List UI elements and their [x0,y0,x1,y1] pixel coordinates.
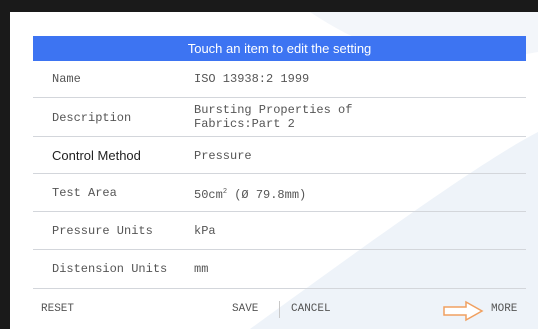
setting-value: kPa [194,224,216,238]
more-button[interactable]: MORE [491,303,517,315]
instruction-header: Touch an item to edit the setting [33,36,526,61]
right-arrow-outline-icon[interactable] [442,300,486,322]
footer-toolbar: RESET SAVE CANCEL MORE [33,299,526,323]
setting-row-control-method[interactable]: Control Method Pressure [33,137,526,174]
setting-label: Distension Units [52,262,168,276]
header-title: Touch an item to edit the setting [187,41,372,56]
cancel-button[interactable]: CANCEL [291,303,331,315]
setting-value: Bursting Properties of Fabrics:Part 2 [194,103,352,131]
setting-label: Control Method [52,148,141,163]
save-button[interactable]: SAVE [232,303,258,315]
setting-row-pressure-units[interactable]: Pressure Units kPa [33,212,526,250]
setting-value: ISO 13938:2 1999 [194,72,310,86]
setting-row-name[interactable]: Name ISO 13938:2 1999 [33,61,526,98]
setting-row-description[interactable]: Description Bursting Properties of Fabri… [33,98,526,137]
setting-label: Description [52,111,132,125]
setting-row-distension-units[interactable]: Distension Units mm [33,250,526,289]
setting-value-line: Bursting Properties of [194,103,353,117]
setting-value: mm [194,262,209,276]
setting-value-line: Fabrics:Part 2 [194,117,295,131]
setting-row-test-area[interactable]: Test Area 50cm2 (Ø 79.8mm) [33,174,526,212]
setting-label: Test Area [52,186,117,200]
footer-divider [279,301,280,318]
reset-button[interactable]: RESET [41,303,74,315]
setting-value-prefix: 50cm [194,188,223,202]
setting-value: Pressure [194,149,252,163]
setting-value: 50cm2 (Ø 79.8mm) [194,185,306,202]
setting-label: Pressure Units [52,224,153,238]
settings-screen: Touch an item to edit the setting Name I… [10,12,538,329]
setting-value-suffix: (Ø 79.8mm) [227,188,307,202]
setting-label: Name [52,72,81,86]
